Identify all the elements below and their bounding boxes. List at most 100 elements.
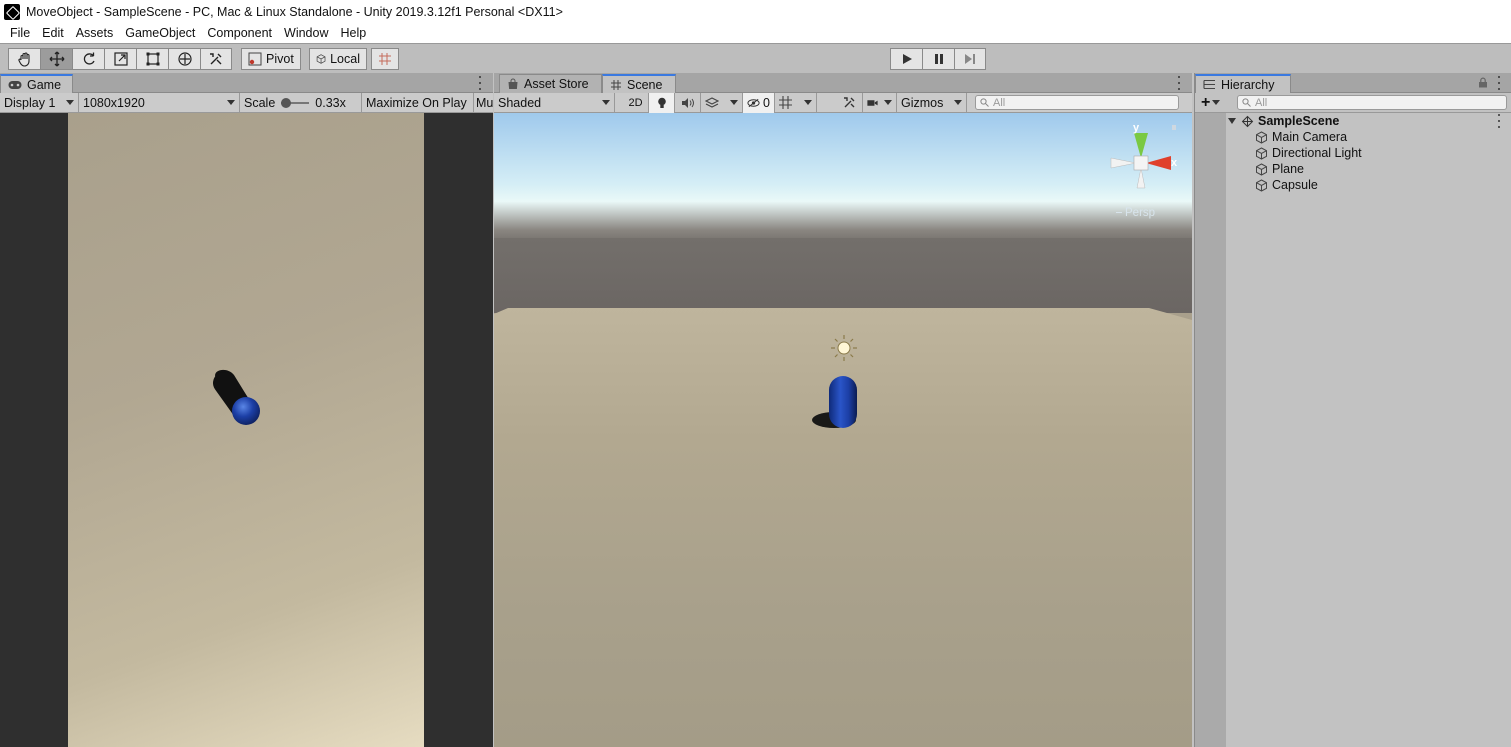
scene-search-input[interactable]: All — [975, 95, 1179, 110]
scene-row-menu-icon[interactable] — [1497, 114, 1501, 128]
pivot-toggle[interactable]: Pivot — [241, 48, 301, 70]
scene-viewport[interactable]: y x Persp — [494, 113, 1192, 747]
hierarchy-panel-menu-icon[interactable] — [1497, 76, 1501, 90]
eye-hidden-icon — [747, 98, 760, 107]
camera-dropdown[interactable] — [863, 92, 897, 113]
hierarchy-search-input[interactable]: All — [1237, 95, 1507, 110]
2d-label: 2D — [628, 96, 643, 109]
mute-audio-toggle[interactable]: Mu — [474, 93, 493, 113]
scene-panel: Asset Store Scene Shaded 2D 0 Gizmos All… — [494, 73, 1192, 747]
directional-light-icon[interactable] — [831, 335, 857, 361]
local-cube-icon — [316, 54, 326, 64]
gameobject-cube-icon — [1256, 130, 1267, 144]
mute-label: Mu — [476, 95, 493, 110]
scene-panel-menu-icon[interactable] — [1177, 76, 1181, 90]
transform-icon — [177, 52, 192, 66]
scale-tool-button[interactable] — [104, 48, 136, 70]
play-button[interactable] — [890, 48, 922, 70]
scene-orientation-gizmo[interactable] — [1110, 125, 1176, 189]
tab-game[interactable]: Game — [0, 74, 73, 93]
game-viewport[interactable] — [0, 113, 493, 747]
move-icon — [49, 51, 64, 67]
lock-icon[interactable] — [1478, 77, 1488, 88]
gameobject-cube-icon — [1256, 146, 1267, 160]
window-title: MoveObject - SampleScene - PC, Mac & Lin… — [26, 4, 563, 19]
shading-mode-value: Shaded — [498, 95, 542, 110]
rect-transform-icon — [146, 52, 159, 66]
display-value: Display 1 — [4, 95, 56, 110]
hand-tool-button[interactable] — [8, 48, 40, 70]
menu-edit[interactable]: Edit — [36, 26, 70, 40]
game-tabbar: Game — [0, 73, 493, 93]
hierarchy-list-icon — [1203, 79, 1215, 90]
rotate-tool-button[interactable] — [72, 48, 104, 70]
grid-snap-icon — [379, 53, 391, 65]
tab-scene[interactable]: Scene — [602, 74, 676, 93]
scene-tabbar: Asset Store Scene — [494, 73, 1192, 93]
play-icon — [902, 54, 912, 64]
scale-slider[interactable] — [281, 97, 310, 108]
hidden-objects-count: 0 — [763, 95, 770, 110]
tab-asset-store[interactable]: Asset Store — [499, 74, 602, 93]
lighting-toggle[interactable] — [649, 92, 675, 113]
local-toggle[interactable]: Local — [309, 48, 367, 70]
hierarchy-item-plane[interactable]: Plane — [1195, 161, 1511, 177]
hierarchy-item-label: Capsule — [1272, 178, 1318, 192]
menu-assets[interactable]: Assets — [70, 26, 120, 40]
step-button[interactable] — [954, 48, 986, 70]
game-panel-menu-icon[interactable] — [478, 76, 482, 90]
move-tool-button[interactable] — [40, 48, 72, 70]
game-capsule — [213, 369, 260, 425]
pivot-label: Pivot — [266, 52, 294, 66]
menu-file[interactable]: File — [4, 26, 36, 40]
search-icon — [980, 98, 989, 107]
gizmos-dropdown[interactable]: Gizmos — [897, 92, 967, 113]
play-controls — [890, 48, 986, 70]
2d-toggle[interactable]: 2D — [623, 92, 649, 113]
create-dropdown[interactable]: + — [1195, 94, 1225, 111]
snap-toggle[interactable] — [371, 48, 399, 70]
game-panel: Game Display 1 1080x1920 Scale 0.33x Max… — [0, 73, 493, 747]
gizmos-label: Gizmos — [901, 95, 944, 110]
hierarchy-search-placeholder: All — [1255, 96, 1268, 109]
scene-root-row[interactable]: SampleScene — [1195, 113, 1511, 129]
capsule-object[interactable] — [829, 376, 857, 428]
grid-dropdown[interactable] — [775, 92, 817, 113]
scene-visibility-toggle[interactable]: 0 — [743, 92, 775, 113]
hierarchy-tree: SampleScene Main Camera Directional Ligh… — [1195, 113, 1511, 193]
shading-mode-dropdown[interactable]: Shaded — [494, 92, 615, 113]
maximize-on-play-toggle[interactable]: Maximize On Play — [362, 92, 474, 113]
audio-toggle[interactable] — [675, 92, 701, 113]
local-label: Local — [330, 52, 360, 66]
hierarchy-item-main-camera[interactable]: Main Camera — [1195, 129, 1511, 145]
search-icon — [1242, 98, 1251, 107]
rect-tool-button[interactable] — [136, 48, 168, 70]
display-dropdown[interactable]: Display 1 — [0, 92, 79, 113]
expand-arrow-icon[interactable] — [1228, 118, 1236, 124]
hierarchy-panel: Hierarchy + All SampleScene Main Camera … — [1194, 73, 1511, 747]
gamepad-icon — [8, 80, 22, 89]
resolution-dropdown[interactable]: 1080x1920 — [79, 92, 240, 113]
menu-help[interactable]: Help — [334, 26, 372, 40]
component-tools-toggle[interactable] — [837, 92, 863, 113]
menu-window[interactable]: Window — [278, 26, 334, 40]
pause-button[interactable] — [922, 48, 954, 70]
tab-hierarchy[interactable]: Hierarchy — [1195, 74, 1291, 93]
perspective-label[interactable]: Persp — [1116, 207, 1155, 219]
custom-tool-button[interactable] — [200, 48, 232, 70]
hierarchy-item-directional-light[interactable]: Directional Light — [1195, 145, 1511, 161]
unity-logo-icon — [4, 3, 20, 20]
tools-icon — [210, 53, 222, 65]
lightbulb-icon — [657, 97, 666, 108]
transform-tool-button[interactable] — [168, 48, 200, 70]
scale-slider-thumb[interactable] — [281, 97, 292, 108]
menu-gameobject[interactable]: GameObject — [119, 26, 201, 40]
menu-component[interactable]: Component — [201, 26, 278, 40]
effects-layers-icon — [705, 96, 719, 108]
hierarchy-item-capsule[interactable]: Capsule — [1195, 177, 1511, 193]
effects-dropdown[interactable] — [701, 92, 743, 113]
tab-scene-label: Scene — [627, 77, 663, 92]
main-toolbar: Pivot Local — [0, 43, 1511, 73]
